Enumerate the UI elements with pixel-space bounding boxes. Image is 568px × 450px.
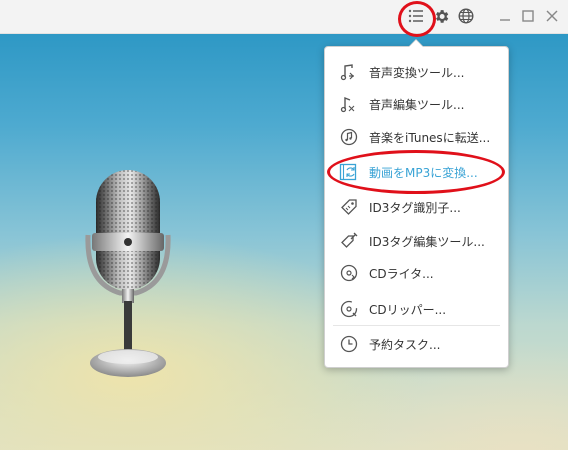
menu-list-icon xyxy=(408,9,423,23)
menu-item-audio-editor[interactable]: 音声編集ツール... xyxy=(325,89,508,119)
gear-icon xyxy=(435,9,448,23)
menu-separator xyxy=(333,325,500,326)
menu-item-scheduled-tasks[interactable]: 予約タスク... xyxy=(325,329,508,359)
maximize-icon xyxy=(522,10,534,22)
music-circle-icon xyxy=(339,127,359,147)
video-convert-icon xyxy=(339,162,359,182)
minimize-icon xyxy=(500,19,510,21)
menu-item-video-to-mp3[interactable]: 動画をMP3に変換... xyxy=(325,157,508,187)
menu-list-button[interactable] xyxy=(405,5,427,27)
title-bar xyxy=(0,0,568,34)
menu-item-label: 予約タスク... xyxy=(369,338,441,352)
menu-item-itunes-transfer[interactable]: 音楽をiTunesに転送... xyxy=(325,122,508,152)
clock-icon xyxy=(339,334,359,354)
close-button[interactable] xyxy=(541,5,563,27)
cd-burn-icon xyxy=(339,263,359,283)
menu-pointer-inner xyxy=(409,40,423,47)
tools-dropdown-menu: 音声変換ツール... 音声編集ツール... 音楽をiTunesに転送... 動画… xyxy=(324,40,509,368)
menu-item-label: 音声編集ツール... xyxy=(369,98,465,112)
menu-item-label: CDライタ... xyxy=(369,267,434,281)
menu-item-audio-converter[interactable]: 音声変換ツール... xyxy=(325,57,508,87)
maximize-button[interactable] xyxy=(517,5,539,27)
menu-item-id3-identifier[interactable]: ID3タグ識別子... xyxy=(325,192,508,222)
microphone-icon xyxy=(85,170,171,377)
globe-icon xyxy=(458,8,474,24)
menu-item-label: 動画をMP3に変換... xyxy=(369,166,478,180)
cd-rip-icon xyxy=(339,299,359,319)
music-note-convert-icon xyxy=(339,62,359,82)
language-button[interactable] xyxy=(455,5,477,27)
minimize-button[interactable] xyxy=(494,5,516,27)
music-note-edit-icon xyxy=(339,94,359,114)
menu-item-cd-writer[interactable]: CDライタ... xyxy=(325,258,508,288)
tag-icon xyxy=(339,197,359,217)
menu-item-id3-editor[interactable]: ID3タグ編集ツール... xyxy=(325,226,508,256)
close-icon xyxy=(546,10,558,22)
menu-item-label: 音楽をiTunesに転送... xyxy=(369,131,491,145)
menu-item-label: ID3タグ識別子... xyxy=(369,201,461,215)
menu-item-cd-ripper[interactable]: CDリッパー... xyxy=(325,294,508,324)
menu-item-label: CDリッパー... xyxy=(369,303,447,317)
tag-edit-icon xyxy=(339,231,359,251)
menu-item-label: ID3タグ編集ツール... xyxy=(369,235,485,249)
settings-button[interactable] xyxy=(430,5,452,27)
menu-item-label: 音声変換ツール... xyxy=(369,66,465,80)
